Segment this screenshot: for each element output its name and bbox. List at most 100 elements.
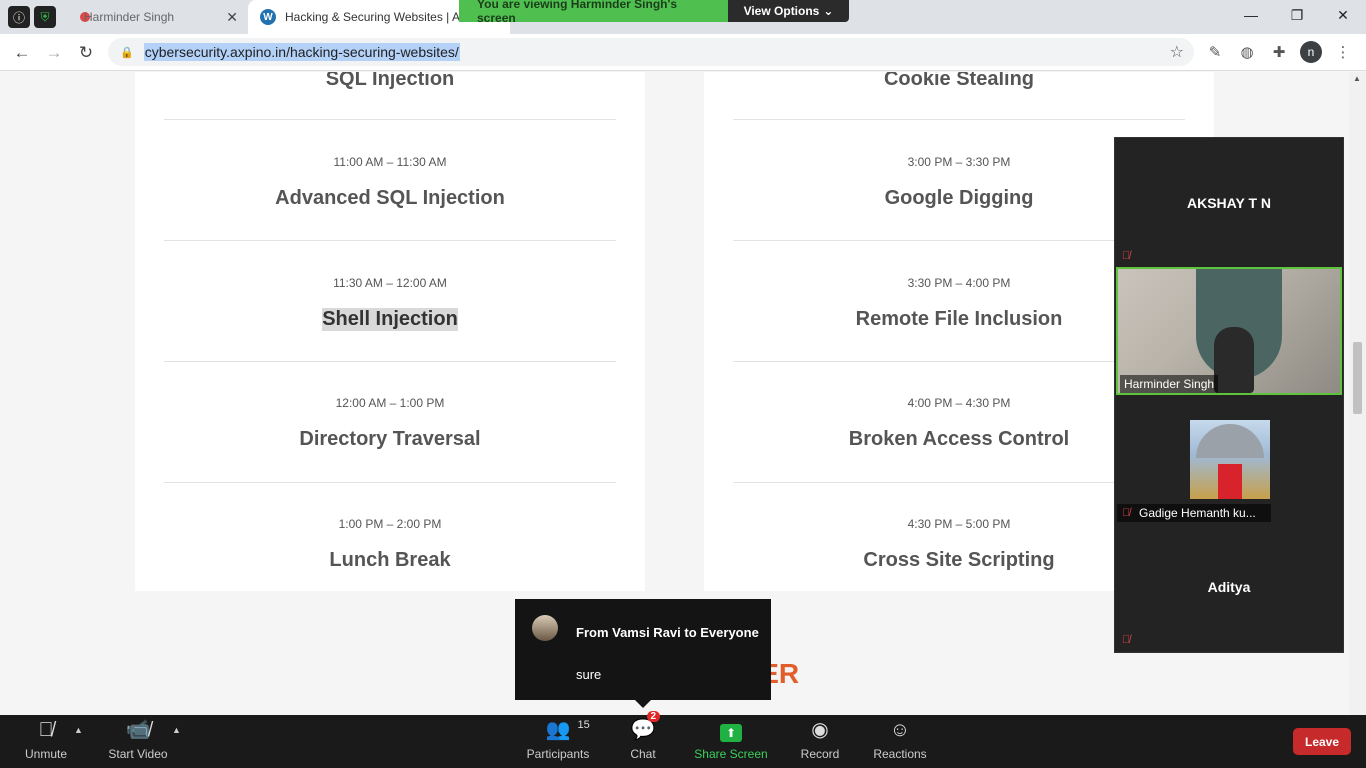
video-options-caret-icon[interactable]: ▲ xyxy=(172,725,181,735)
url-text[interactable]: cybersecurity.axpino.in/hacking-securing… xyxy=(143,43,460,61)
mic-muted-icon: 🎙̸ xyxy=(1122,250,1131,262)
shirt-shape xyxy=(1218,464,1242,499)
browser-toolbar: ← → ↻ 🔒 cybersecurity.axpino.in/hacking-… xyxy=(0,34,1366,71)
popup-pointer xyxy=(635,700,651,708)
record-button[interactable]: ◉ Record xyxy=(798,715,842,768)
umbrella-shape xyxy=(1196,424,1264,458)
participants-label: Participants xyxy=(526,747,590,761)
audio-options-caret-icon[interactable]: ▲ xyxy=(74,725,83,735)
mic-muted-icon: 🎙̸ xyxy=(1122,507,1131,519)
reactions-label: Reactions xyxy=(873,747,927,761)
active-speaker-video[interactable]: Harminder Singh xyxy=(1116,267,1342,395)
schedule-card-left: SQL Injection 11:00 AM – 11:30 AM Advanc… xyxy=(135,72,645,591)
leave-button[interactable]: Leave xyxy=(1293,728,1351,755)
profile-avatar[interactable]: n xyxy=(1300,41,1322,63)
zoom-toolbar: 🎙̸ Unmute ▲ 📹̸ Start Video ▲ 👥 15 Partici… xyxy=(0,711,1366,768)
mic-muted-icon: 🎙̸ xyxy=(38,719,54,741)
chat-icon: 💬 2 xyxy=(631,711,661,742)
speaker-silhouette xyxy=(1214,327,1254,393)
session-item: 11:30 AM – 12:00 AM Shell Injection xyxy=(135,276,645,331)
chat-message: sure xyxy=(576,667,602,682)
start-video-label: Start Video xyxy=(108,747,168,761)
mic-muted-icon: 🎙̸ xyxy=(1122,634,1131,646)
chat-label: Chat xyxy=(630,747,656,761)
forward-icon[interactable]: → xyxy=(42,41,66,65)
address-bar[interactable]: 🔒 cybersecurity.axpino.in/hacking-securi… xyxy=(108,38,1194,66)
globe-icon[interactable]: ◍ xyxy=(1236,41,1258,63)
participants-button[interactable]: 👥 15 Participants xyxy=(526,715,590,768)
tab-harminder[interactable]: Harminder Singh ✕ xyxy=(0,0,246,34)
session-title: Remote File Inclusion xyxy=(855,308,1063,330)
close-icon[interactable]: ✕ xyxy=(226,9,238,26)
chat-badge: 2 xyxy=(646,711,661,722)
close-window-icon[interactable]: ✕ xyxy=(1320,0,1366,30)
divider xyxy=(164,361,616,362)
scroll-thumb[interactable] xyxy=(1353,342,1362,414)
session-time: 12:00 AM – 1:00 PM xyxy=(335,396,445,410)
video-panel[interactable]: AKSHAY T N 🎙̸ Harminder Singh 🎙̸ Gadige … xyxy=(1114,137,1344,653)
session-item: SQL Injection xyxy=(135,72,645,91)
share-screen-label: Share Screen xyxy=(694,747,768,761)
start-video-button[interactable]: 📹̸ Start Video xyxy=(106,715,170,768)
divider xyxy=(164,482,616,483)
minimize-icon[interactable]: — xyxy=(1228,0,1274,30)
session-title: Cross Site Scripting xyxy=(863,549,1055,571)
session-title: Shell Injection xyxy=(322,308,458,331)
session-title: Lunch Break xyxy=(329,549,451,571)
wordpress-icon: W xyxy=(260,9,276,25)
session-item: 1:00 PM – 2:00 PM Lunch Break xyxy=(135,517,645,572)
reactions-button[interactable]: ☺ Reactions xyxy=(872,715,928,768)
view-options-button[interactable]: View Options ⌄ xyxy=(728,0,849,22)
participant-name: Gadige Hemanth ku... xyxy=(1139,506,1256,520)
divider xyxy=(164,119,616,120)
unmute-button[interactable]: 🎙̸ Unmute xyxy=(22,715,70,768)
lock-icon[interactable]: 🔒 xyxy=(120,46,134,59)
record-label: Record xyxy=(800,747,840,761)
session-item: 11:00 AM – 11:30 AM Advanced SQL Injecti… xyxy=(135,155,645,210)
divider xyxy=(164,240,616,241)
video-off-icon: 📹̸ xyxy=(125,719,151,741)
unmute-label: Unmute xyxy=(24,747,68,761)
tab-title: Harminder Singh xyxy=(84,10,175,24)
share-screen-icon: ⬆ xyxy=(720,724,742,742)
chat-sender: From Vamsi Ravi to Everyone xyxy=(576,625,759,640)
participants-icon: 👥 15 xyxy=(545,719,590,741)
participant-count: 15 xyxy=(577,719,590,731)
menu-icon[interactable]: ⋮ xyxy=(1332,41,1354,63)
view-options-label: View Options xyxy=(743,4,820,18)
restore-icon[interactable]: ❐ xyxy=(1274,0,1320,30)
share-screen-button[interactable]: ⬆ Share Screen xyxy=(694,715,768,768)
session-title: Google Digging xyxy=(884,187,1034,209)
session-title: SQL Injection xyxy=(325,72,455,90)
participant-name: AKSHAY T N xyxy=(1186,195,1272,211)
record-icon: ◉ xyxy=(811,719,829,741)
puzzle-icon[interactable]: ✚ xyxy=(1268,41,1290,63)
session-title: Directory Traversal xyxy=(299,428,481,450)
session-title: Broken Access Control xyxy=(848,428,1070,450)
session-title: Cookie Stealing xyxy=(883,72,1035,90)
session-time: 1:00 PM – 2:00 PM xyxy=(338,517,442,531)
banner-text: You are viewing Harminder Singh's screen xyxy=(459,0,728,25)
chat-button[interactable]: 💬 2 Chat xyxy=(624,711,662,768)
session-time: 11:00 AM – 11:30 AM xyxy=(333,155,447,169)
session-title: Advanced SQL Injection xyxy=(275,187,505,209)
page-scrollbar[interactable]: ▲ xyxy=(1349,72,1366,715)
smiley-icon: ☺ xyxy=(889,719,911,741)
reload-icon[interactable]: ↻ xyxy=(74,41,98,65)
extension-icons: ✎ ◍ ✚ n ⋮ xyxy=(1204,41,1354,63)
sender-avatar xyxy=(532,615,558,641)
participant-name: Aditya xyxy=(1207,579,1251,595)
tab-title: Hacking & Securing Websites | A xyxy=(285,10,460,24)
back-icon[interactable]: ← xyxy=(10,41,34,65)
chevron-down-icon: ⌄ xyxy=(823,4,834,18)
eyedropper-icon[interactable]: ✎ xyxy=(1204,41,1226,63)
scroll-up-icon[interactable]: ▲ xyxy=(1353,74,1361,83)
participant-name-label: 🎙̸ Gadige Hemanth ku... xyxy=(1117,504,1271,522)
session-time: 11:30 AM – 12:00 AM xyxy=(333,276,447,290)
screen-share-banner: You are viewing Harminder Singh's screen… xyxy=(459,0,849,25)
chat-notification[interactable]: From Vamsi Ravi to Everyone sure xyxy=(515,599,771,708)
session-item: 12:00 AM – 1:00 PM Directory Traversal xyxy=(135,396,645,451)
star-icon[interactable]: ☆ xyxy=(1170,42,1184,62)
participant-avatar xyxy=(1190,420,1270,499)
speaker-name-label: Harminder Singh xyxy=(1120,375,1219,393)
